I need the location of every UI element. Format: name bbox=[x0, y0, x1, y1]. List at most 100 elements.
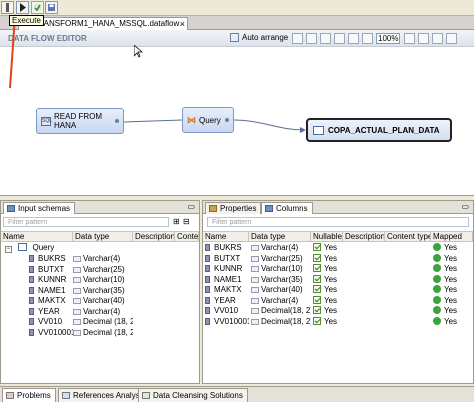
save-all-button[interactable] bbox=[45, 1, 58, 14]
datatype-icon bbox=[251, 255, 259, 262]
column-icon bbox=[29, 276, 34, 283]
tab-columns-label: Columns bbox=[276, 204, 308, 213]
input-row-type-text: Decimal (18, 2) bbox=[83, 317, 133, 326]
tab-data-cleansing[interactable]: Data Cleansing Solutions bbox=[138, 388, 248, 402]
input-row[interactable]: NAME1 Varchar(35) bbox=[1, 286, 199, 297]
input-row[interactable]: MAKTX Varchar(40) bbox=[1, 296, 199, 307]
column-row[interactable]: VV010001 Decimal(18, 2) Yes Yes bbox=[203, 316, 473, 328]
nullable-checkbox[interactable]: Yes bbox=[313, 274, 343, 285]
column-row[interactable]: BUTXT Varchar(25) Yes Yes bbox=[203, 253, 473, 265]
source-node[interactable]: SQL READ FROM HANA bbox=[36, 108, 124, 134]
mapped-status: Yes bbox=[433, 253, 473, 264]
input-row-type: Varchar(25) bbox=[73, 265, 133, 275]
input-row-name: BUKRS bbox=[29, 254, 73, 264]
col-header-content-type[interactable]: Content type bbox=[385, 232, 431, 242]
col-header-description[interactable]: Description bbox=[133, 232, 175, 242]
tree-root-query[interactable]: − Query bbox=[5, 243, 54, 254]
datatype-icon bbox=[73, 319, 81, 325]
checkbox-checked-icon[interactable] bbox=[313, 274, 321, 283]
mapped-ok-icon bbox=[433, 264, 441, 272]
mapped-ok-icon bbox=[433, 253, 441, 262]
nullable-checkbox[interactable]: Yes bbox=[313, 285, 343, 295]
mapped-ok-icon bbox=[433, 316, 441, 325]
nullable-checkbox[interactable]: Yes bbox=[313, 264, 343, 274]
checkbox-checked-icon[interactable] bbox=[313, 285, 321, 293]
validate-button[interactable] bbox=[31, 1, 44, 14]
col-header-name[interactable]: Name bbox=[203, 232, 249, 242]
collapse-all-icon[interactable]: ⊟ bbox=[183, 217, 190, 226]
tab-columns[interactable]: Columns bbox=[261, 202, 313, 214]
input-row-type-text: Decimal (18, 2) bbox=[83, 327, 133, 337]
column-row-name-text: BUKRS bbox=[214, 243, 242, 252]
execute-button[interactable] bbox=[16, 1, 29, 14]
column-row[interactable]: MAKTX Varchar(40) Yes Yes bbox=[203, 285, 473, 296]
column-row-name-text: VV010 bbox=[214, 306, 239, 315]
column-icon bbox=[29, 255, 34, 262]
nullable-checkbox[interactable]: Yes bbox=[313, 306, 343, 316]
nullable-checkbox[interactable]: Yes bbox=[313, 316, 343, 327]
column-row[interactable]: KUNNR Varchar(10) Yes Yes bbox=[203, 264, 473, 275]
close-icon[interactable]: × bbox=[180, 18, 185, 30]
checkbox-checked-icon[interactable] bbox=[313, 306, 321, 314]
datatype-icon bbox=[73, 256, 81, 262]
checkbox-checked-icon[interactable] bbox=[313, 316, 321, 325]
column-row-type-text: Varchar(40) bbox=[261, 285, 303, 294]
nullable-checkbox[interactable]: Yes bbox=[313, 243, 343, 253]
tab-properties[interactable]: Properties bbox=[205, 202, 262, 214]
col-header-datatype[interactable]: Data type bbox=[73, 232, 133, 242]
tab-references-label: References Analysis bbox=[73, 391, 146, 400]
column-row-type: Varchar(4) bbox=[251, 243, 311, 253]
checkbox-checked-icon[interactable] bbox=[313, 295, 321, 304]
tab-problems[interactable]: Problems bbox=[2, 388, 56, 402]
column-row-name: MAKTX bbox=[205, 285, 249, 295]
col-header-datatype[interactable]: Data type bbox=[249, 232, 311, 242]
minimize-icon[interactable]: ▭ bbox=[187, 202, 195, 211]
target-node[interactable]: COPA_ACTUAL_PLAN_DATA bbox=[306, 118, 452, 142]
input-row-name: KUNNR bbox=[29, 275, 73, 285]
column-row[interactable]: VV010 Decimal(18, 2) Yes Yes bbox=[203, 306, 473, 317]
input-row[interactable]: BUKRS Varchar(4) bbox=[1, 254, 199, 265]
column-row-name-text: MAKTX bbox=[214, 285, 242, 294]
nullable-checkbox[interactable]: Yes bbox=[313, 295, 343, 306]
col-header-content[interactable]: Content bbox=[175, 232, 199, 242]
port-icon[interactable] bbox=[115, 119, 119, 123]
input-row-type-text: Varchar(4) bbox=[83, 306, 121, 316]
columns-tabs: Properties Columns ▭ bbox=[203, 201, 473, 214]
input-row-type-text: Varchar(25) bbox=[83, 264, 125, 274]
checkbox-checked-icon[interactable] bbox=[313, 253, 321, 262]
port-icon[interactable] bbox=[225, 118, 229, 122]
input-filter-field[interactable]: Filter pattern bbox=[3, 217, 169, 227]
columns-filter-field[interactable]: Filter pattern bbox=[207, 217, 469, 227]
checkbox-checked-icon[interactable] bbox=[313, 243, 321, 251]
mapped-status: Yes bbox=[433, 264, 473, 274]
input-row-name-text: MAKTX bbox=[38, 296, 66, 305]
col-header-description[interactable]: Description bbox=[343, 232, 385, 242]
nullable-text: Yes bbox=[324, 316, 338, 326]
col-header-mapped[interactable]: Mapped bbox=[431, 232, 473, 242]
column-row[interactable]: NAME1 Varchar(35) Yes Yes bbox=[203, 274, 473, 286]
column-icon bbox=[29, 307, 34, 315]
column-icon bbox=[205, 286, 210, 293]
nullable-checkbox[interactable]: Yes bbox=[313, 253, 343, 264]
checkbox-checked-icon[interactable] bbox=[313, 264, 321, 272]
menu-button[interactable] bbox=[1, 1, 14, 14]
input-row[interactable]: YEAR Varchar(4) bbox=[1, 307, 199, 318]
mapped-text: Yes bbox=[444, 295, 458, 305]
collapse-icon[interactable]: − bbox=[5, 246, 12, 253]
input-row[interactable]: VV010 Decimal (18, 2) bbox=[1, 317, 199, 328]
column-row[interactable]: BUKRS Varchar(4) Yes Yes bbox=[203, 243, 473, 254]
input-row[interactable]: VV010001 Decimal (18, 2) bbox=[1, 328, 199, 339]
column-row-type-text: Decimal(18, 2) bbox=[261, 306, 311, 315]
input-row[interactable]: KUNNR Varchar(10) bbox=[1, 275, 199, 286]
tab-references-analysis[interactable]: References Analysis bbox=[58, 388, 151, 402]
minimize-icon[interactable]: ▭ bbox=[461, 202, 469, 211]
save-icon bbox=[48, 4, 55, 11]
query-node[interactable]: ⋈ Query bbox=[182, 107, 234, 133]
col-header-name[interactable]: Name bbox=[1, 232, 73, 242]
expand-all-icon[interactable]: ⊞ bbox=[173, 217, 180, 226]
tab-input-schemas[interactable]: Input schemas bbox=[3, 202, 76, 214]
input-row[interactable]: BUTXT Varchar(25) bbox=[1, 265, 199, 276]
column-row[interactable]: YEAR Varchar(4) Yes Yes bbox=[203, 295, 473, 307]
input-row-name-text: KUNNR bbox=[38, 275, 67, 284]
col-header-nullable[interactable]: Nullable bbox=[311, 232, 343, 242]
